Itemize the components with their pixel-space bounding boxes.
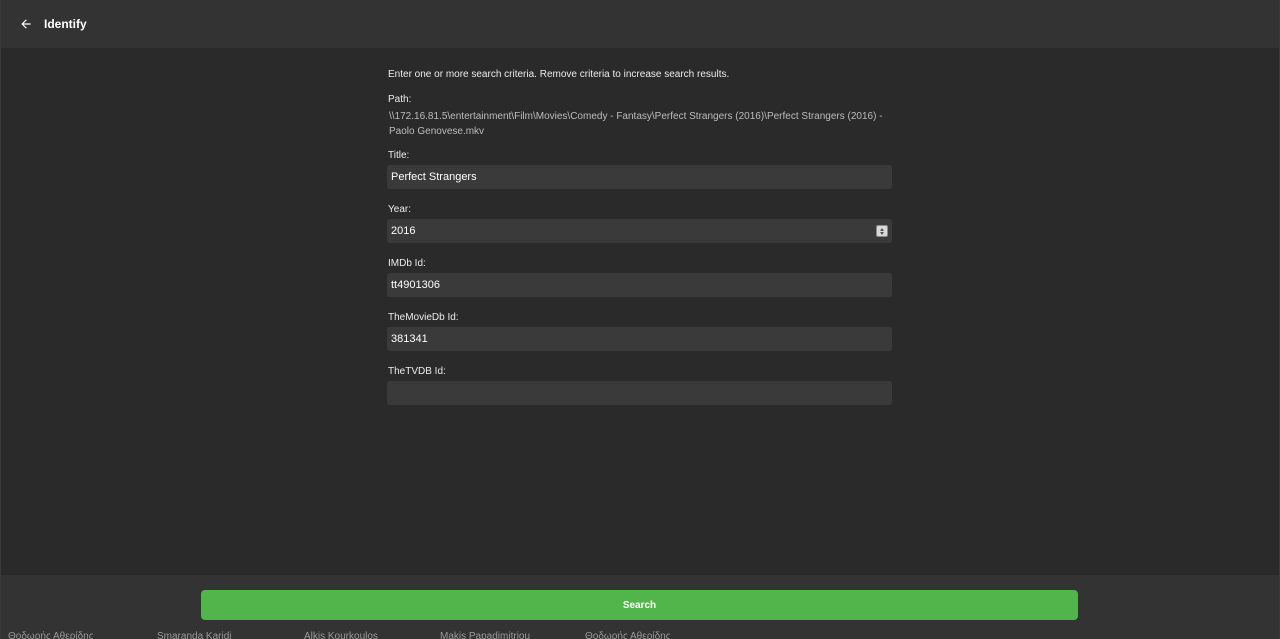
path-value: \\172.16.81.5\entertainment\Film\Movies\… [389,111,883,137]
tvdb-label: TheTVDB Id: [388,366,446,377]
title-input[interactable] [387,165,892,189]
background-cast-strip: Θοδωρής Αθερίδης Smaranda Karidi Alkis K… [0,631,1280,639]
search-button[interactable]: Search [201,590,1078,620]
imdb-label: IMDb Id: [388,258,426,269]
dialog-footer: Search [1,575,1279,639]
background-name: Θοδωρής Αθερίδης [585,631,671,639]
spin-down-icon [880,231,884,235]
dialog-title: Identify [44,17,87,31]
imdb-input[interactable] [387,273,892,297]
year-spinner[interactable] [876,225,888,237]
identify-dialog: Identify Enter one or more search criter… [0,0,1280,639]
tvdb-input[interactable] [387,381,892,405]
spin-up-icon [880,227,884,231]
background-name: Makis Papadimitriou [440,631,531,639]
tmdb-label: TheMovieDb Id: [388,312,459,323]
back-button[interactable] [14,12,38,36]
year-label: Year: [388,204,411,215]
dialog-header: Identify [1,0,1279,48]
title-label: Title: [388,150,410,161]
tmdb-input[interactable] [387,327,892,351]
background-name: Smaranda Karidi [157,631,232,639]
arrow-left-icon [21,19,31,29]
background-name: Θοδωρής Αθερίδης [8,631,94,639]
intro-text: Enter one or more search criteria. Remov… [388,69,730,80]
path-label: Path: [388,94,412,105]
year-input[interactable] [387,219,892,243]
background-name: Alkis Kourkoulos [304,631,378,639]
